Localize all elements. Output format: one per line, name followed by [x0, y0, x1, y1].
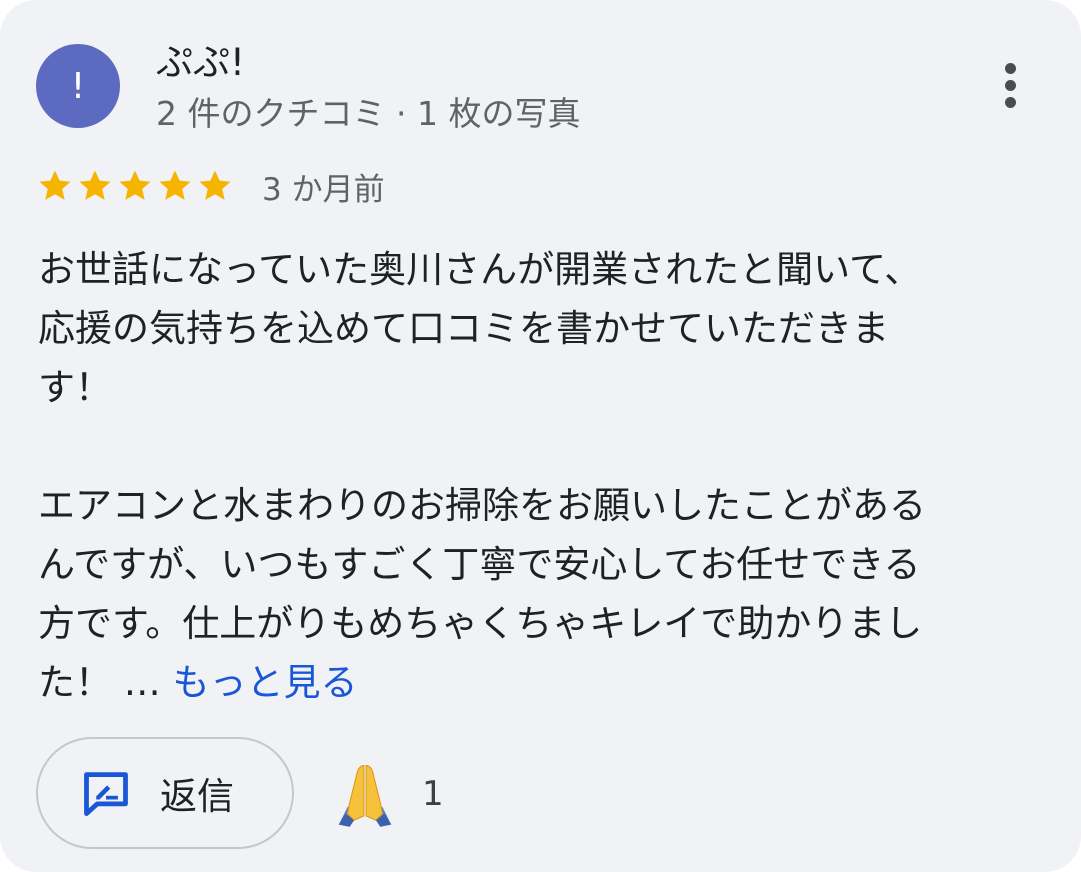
star-icon [199, 170, 231, 200]
more-options-button[interactable] [984, 52, 1036, 118]
review-line: お世話になっていた奥川さんが開業されたと聞いて、 [38, 248, 922, 291]
reply-button[interactable]: 返信 [36, 737, 294, 849]
review-line: す！ [38, 366, 112, 409]
star-icon [39, 170, 71, 200]
more-link[interactable]: もっと見る [173, 661, 358, 704]
avatar-initial: ! [70, 65, 86, 107]
reviewer-name[interactable]: ぷぷ! [156, 38, 245, 88]
review-card: ! ぷぷ! 2 件のクチコミ · 1 枚の写真 3 か月前 お世話になっていた奥… [0, 0, 1081, 872]
review-line: エアコンと水まわりのお掃除をお願いしたことがある [38, 484, 926, 527]
reply-label: 返信 [160, 775, 234, 818]
rate-review-icon [84, 772, 128, 816]
rating-row: 3 か月前 [36, 164, 385, 208]
more-vert-icon [1004, 62, 1016, 74]
review-date: 3 か月前 [262, 171, 385, 208]
avatar[interactable]: ! [36, 44, 120, 128]
star-icon [159, 170, 191, 200]
reaction-count: 1 [422, 774, 444, 814]
review-text: お世話になっていた奥川さんが開業されたと聞いて、 応援の気持ちを込めて口コミを書… [38, 240, 1048, 712]
review-line-ellipsis: た！ … [38, 661, 173, 704]
review-line: 方です。仕上がりもめちゃくちゃキレイで助かりまし [38, 602, 923, 645]
reaction-button[interactable]: 1 [330, 756, 444, 832]
folded-hands-icon [338, 765, 392, 827]
star-icon [79, 170, 111, 200]
reviewer-meta: 2 件のクチコミ · 1 枚の写真 [156, 94, 581, 133]
more-vert-icon-dot [1004, 96, 1016, 108]
review-line: 応援の気持ちを込めて口コミを書かせていただきま [38, 307, 889, 350]
star-rating [36, 167, 236, 205]
review-paragraph-break [38, 417, 1048, 476]
review-line: んですが、いつもすごく丁寧で安心してお任せできる [38, 543, 921, 586]
more-vert-icon-dot [1004, 79, 1016, 91]
review-line-last: た！ … もっと見る [38, 653, 1048, 712]
star-icon [119, 170, 151, 200]
